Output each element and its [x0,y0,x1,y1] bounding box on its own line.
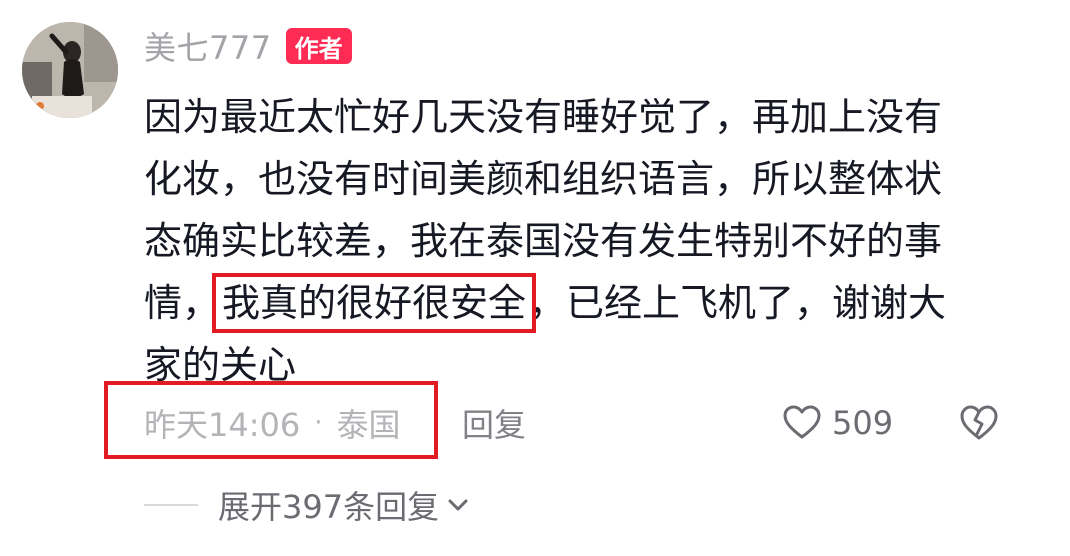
timestamp: 昨天14:06 [144,406,301,444]
comment-item: 美七777 作者 因为最近太忙好几天没有睡好觉了，再加上没有 化妆，也没有时间美… [0,0,1070,556]
comment-line-suffix: ，已经上飞机了，谢谢大 [528,281,947,325]
broken-heart-icon[interactable] [958,402,1000,444]
comment-line: 因为最近太忙好几天没有睡好觉了，再加上没有 [144,95,943,139]
divider-line [144,504,198,506]
comment-line-prefix: 情， [144,281,221,325]
reply-button[interactable]: 回复 [462,398,526,448]
avatar[interactable] [22,22,118,118]
expand-replies-button[interactable]: 展开397条回复 [144,480,471,530]
username[interactable]: 美七777 [144,23,272,69]
comment-line: 化妆，也没有时间美颜和组织语言，所以整体状 [144,157,943,201]
comment-line: 情，我真的很好很安全，已经上飞机了，谢谢大 [144,272,1044,334]
expand-replies-label: 展开397条回复 [218,488,440,526]
like-count: 509 [832,404,894,442]
highlighted-phrase: 我真的很好很安全 [212,273,537,333]
author-badge: 作者 [285,28,352,64]
comment-header: 美七777 作者 [144,24,352,68]
meta-separator: · [314,408,323,438]
comment-line: 态确实比较差，我在泰国没有发生特别不好的事 [144,219,943,263]
comment-text: 因为最近太忙好几天没有睡好觉了，再加上没有 化妆，也没有时间美颜和组织语言，所以… [144,86,1044,396]
heart-outline-icon [783,405,821,439]
user-avatar-photo [22,22,118,118]
chevron-down-icon [448,499,468,511]
comment-meta: 昨天14:06 · 泰国 [144,398,401,448]
like-button[interactable]: 509 [782,398,893,448]
ip-location: 泰国 [336,406,401,444]
